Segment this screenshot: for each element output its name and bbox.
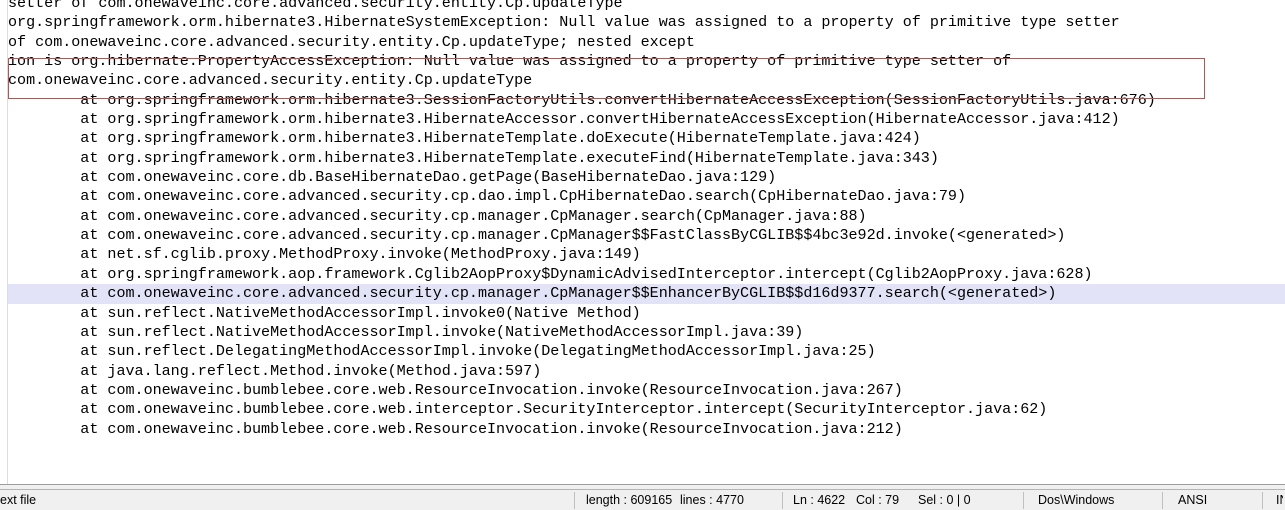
text-editor[interactable]: setter of com.onewaveinc.core.advanced.s…: [0, 0, 1285, 484]
code-line[interactable]: at com.onewaveinc.core.advanced.security…: [8, 226, 1285, 245]
code-line[interactable]: at com.onewaveinc.core.db.BaseHibernateD…: [8, 168, 1285, 187]
status-length: length : 609165: [586, 493, 673, 507]
status-line-number: Ln : 4622: [793, 493, 846, 507]
code-line[interactable]: at java.lang.reflect.Method.invoke(Metho…: [8, 362, 1285, 381]
status-column-number: Col : 79: [856, 493, 900, 507]
notepad-plus-plus-window: setter of com.onewaveinc.core.advanced.s…: [0, 0, 1285, 510]
code-line[interactable]: at net.sf.cglib.proxy.MethodProxy.invoke…: [8, 245, 1285, 264]
code-lines-container: setter of com.onewaveinc.core.advanced.s…: [8, 0, 1285, 439]
code-line[interactable]: at com.onewaveinc.bumblebee.core.web.int…: [8, 400, 1285, 419]
code-line[interactable]: of com.onewaveinc.core.advanced.security…: [8, 33, 1285, 52]
code-line[interactable]: at com.onewaveinc.core.advanced.security…: [8, 207, 1285, 226]
code-line[interactable]: at org.springframework.orm.hibernate3.Hi…: [8, 110, 1285, 129]
code-line[interactable]: at com.onewaveinc.core.advanced.security…: [8, 187, 1285, 206]
status-lines: lines : 4770: [680, 493, 744, 507]
code-line[interactable]: at org.springframework.orm.hibernate3.Se…: [8, 91, 1285, 110]
status-selection: Sel : 0 | 0: [918, 493, 971, 507]
status-bar: ext file length : 609165 lines : 4770 Ln…: [0, 489, 1285, 510]
code-line[interactable]: at com.onewaveinc.bumblebee.core.web.Res…: [8, 420, 1285, 439]
code-line[interactable]: at sun.reflect.NativeMethodAccessorImpl.…: [8, 304, 1285, 323]
code-line[interactable]: com.onewaveinc.core.advanced.security.en…: [8, 71, 1285, 90]
status-document-type: ext file: [0, 493, 37, 507]
code-line[interactable]: setter of com.onewaveinc.core.advanced.s…: [8, 0, 1285, 13]
code-line[interactable]: at org.springframework.orm.hibernate3.Hi…: [8, 149, 1285, 168]
status-insert-mode: INS: [1276, 493, 1283, 507]
code-line[interactable]: at sun.reflect.DelegatingMethodAccessorI…: [8, 342, 1285, 361]
code-line[interactable]: org.springframework.orm.hibernate3.Hiber…: [8, 13, 1285, 32]
code-line[interactable]: at sun.reflect.NativeMethodAccessorImpl.…: [8, 323, 1285, 342]
code-line[interactable]: at org.springframework.aop.framework.Cgl…: [8, 265, 1285, 284]
code-text-area[interactable]: setter of com.onewaveinc.core.advanced.s…: [8, 0, 1285, 484]
status-encoding: ANSI: [1178, 493, 1208, 507]
status-eol-format: Dos\Windows: [1038, 493, 1115, 507]
code-line[interactable]: at com.onewaveinc.bumblebee.core.web.Res…: [8, 381, 1285, 400]
code-line[interactable]: at org.springframework.orm.hibernate3.Hi…: [8, 129, 1285, 148]
code-line-current[interactable]: at com.onewaveinc.core.advanced.security…: [8, 284, 1285, 304]
editor-gutter: [0, 0, 8, 484]
code-line[interactable]: ion is org.hibernate.PropertyAccessExcep…: [8, 52, 1285, 71]
